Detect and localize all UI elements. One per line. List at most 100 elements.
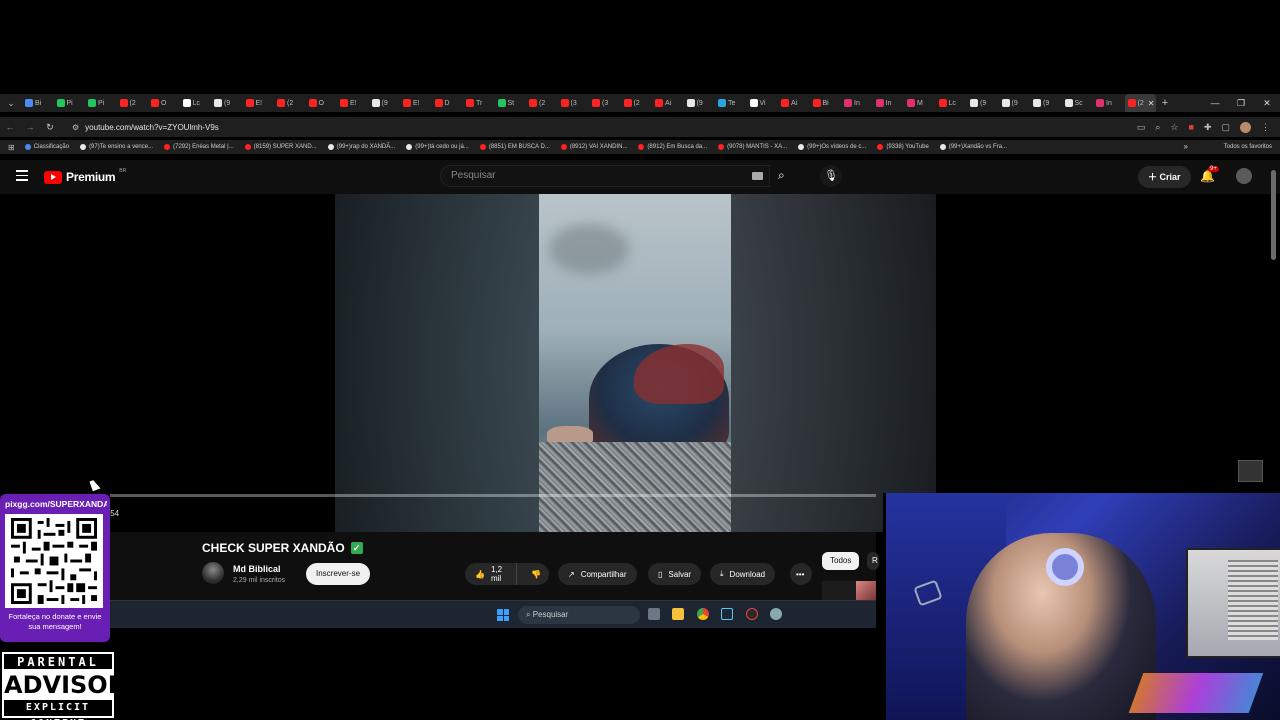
taskbar-search-input[interactable]: ⌕ Pesquisar — [518, 606, 640, 624]
apps-grid-icon[interactable]: ⊞ — [8, 143, 15, 152]
microphone-icon[interactable]: 🎙 — [820, 165, 842, 187]
notifications-bell-icon[interactable]: 🔔 9+ — [1200, 166, 1219, 183]
browser-tab[interactable]: (9 — [1030, 94, 1062, 112]
bookmark-item[interactable]: (7292) Enéas Metal |... — [164, 144, 234, 150]
save-button[interactable]: ▯ Salvar — [648, 563, 702, 585]
dislike-button[interactable]: 👎 — [523, 570, 549, 579]
browser-tab[interactable]: In — [873, 94, 905, 112]
zoom-icon[interactable]: ⌕ — [1155, 122, 1160, 133]
browser-tab[interactable]: (9 — [999, 94, 1031, 112]
new-tab-button[interactable]: + — [1156, 97, 1174, 109]
browser-tab[interactable]: D — [432, 94, 464, 112]
browser-tab[interactable]: St — [495, 94, 527, 112]
video-player[interactable] — [335, 194, 936, 532]
site-info-icon[interactable]: ⚙ — [72, 123, 79, 132]
browser-tab[interactable]: Te — [715, 94, 747, 112]
windows-start-icon[interactable] — [497, 609, 509, 621]
video-progress-bar[interactable] — [110, 494, 876, 497]
related-video-thumbnail[interactable] — [822, 581, 876, 600]
keyboard-icon[interactable] — [752, 172, 763, 180]
cast-icon[interactable]: ▭ — [1137, 122, 1146, 133]
browser-tab[interactable]: (2 — [274, 94, 306, 112]
bookmark-item[interactable]: (8851) EM BUSCA D... — [479, 144, 550, 150]
browser-tab[interactable]: In — [841, 94, 873, 112]
bookmark-item[interactable]: (8912) Em Busca da... — [638, 144, 707, 150]
tab-close-icon[interactable]: ✕ — [1148, 99, 1155, 108]
bookmark-item[interactable]: (9338) YouTube — [877, 144, 929, 150]
channel-avatar[interactable] — [202, 562, 224, 584]
page-scrollbar[interactable] — [1271, 170, 1276, 260]
search-icon[interactable]: ⌕ — [778, 168, 785, 183]
browser-tab[interactable]: (3 — [589, 94, 621, 112]
bookmarks-overflow-icon[interactable]: » — [1184, 140, 1188, 154]
browser-tab[interactable]: (2 — [526, 94, 558, 112]
channel-name[interactable]: Md Biblical — [233, 564, 281, 574]
browser-tab[interactable]: Bi — [810, 94, 842, 112]
bookmark-item[interactable]: (8159) SUPER XAND... — [244, 144, 317, 150]
chrome-icon[interactable] — [697, 608, 709, 620]
guide-menu-icon[interactable] — [16, 170, 28, 182]
file-explorer-icon[interactable] — [672, 608, 684, 620]
bookmark-item[interactable]: (9078) MANTIS - XA... — [718, 144, 787, 150]
browser-tab[interactable]: Bi — [22, 94, 54, 112]
forward-icon[interactable]: → — [20, 122, 40, 132]
browser-tab[interactable]: E! — [243, 94, 275, 112]
settings-icon[interactable] — [770, 608, 782, 620]
search-input[interactable]: Pesquisar — [440, 165, 770, 187]
subscribe-button[interactable]: Inscrever-se — [306, 563, 371, 585]
browser-tab[interactable]: O — [148, 94, 180, 112]
download-button[interactable]: ⤓ Download — [710, 563, 776, 585]
like-button[interactable]: 👍 1,2 mil — [465, 563, 518, 585]
browser-tab[interactable]: Ai — [778, 94, 810, 112]
browser-tab[interactable]: (2 — [117, 94, 149, 112]
bookmark-item[interactable]: (99+)tá cedo ou já... — [406, 144, 469, 150]
bookmark-star-icon[interactable]: ☆ — [1170, 122, 1178, 133]
browser-tab[interactable]: (9 — [967, 94, 999, 112]
create-button[interactable]: ＋ Criar — [1138, 166, 1191, 188]
steam-icon[interactable] — [721, 608, 733, 620]
browser-tab[interactable]: Sc — [1062, 94, 1094, 112]
more-actions-button[interactable]: ••• — [790, 563, 812, 585]
browser-tab[interactable]: E! — [400, 94, 432, 112]
extensions-icon[interactable]: ✚ — [1204, 122, 1212, 133]
browser-tab[interactable]: (2 — [621, 94, 653, 112]
browser-tab[interactable]: M — [904, 94, 936, 112]
browser-tab[interactable]: Lc — [936, 94, 968, 112]
bookmark-item[interactable]: Classificação — [24, 144, 69, 150]
account-avatar[interactable] — [1236, 168, 1252, 184]
browser-tab[interactable]: Tr — [463, 94, 495, 112]
browser-tab[interactable]: (9 — [369, 94, 401, 112]
bookmark-item[interactable]: (99+)Xandão vs Fra... — [939, 144, 1007, 150]
back-icon[interactable]: ← — [0, 122, 20, 132]
browser-tab[interactable]: (3 — [558, 94, 590, 112]
reload-icon[interactable]: ↻ — [40, 122, 60, 133]
maximize-icon[interactable]: ❐ — [1228, 94, 1254, 112]
browser-tab[interactable]: Pi — [54, 94, 86, 112]
task-view-icon[interactable] — [648, 608, 660, 620]
browser-tab[interactable]: E! — [337, 94, 369, 112]
url-field[interactable]: ⚙ youtube.com/watch?v=ZYOUlmh-V9s — [66, 119, 1086, 135]
youtube-logo[interactable]: Premium BR — [44, 168, 126, 184]
browser-tab[interactable]: Vi — [747, 94, 779, 112]
all-bookmarks-link[interactable]: Todos os favoritos — [1224, 140, 1272, 154]
obs-icon[interactable] — [746, 608, 758, 620]
bookmark-item[interactable]: (99+)Os vídeos de c... — [798, 144, 866, 150]
browser-tab[interactable]: (9 — [684, 94, 716, 112]
extension-red-icon[interactable]: ■ — [1189, 122, 1194, 132]
browser-tab[interactable]: In — [1093, 94, 1125, 112]
minimize-icon[interactable]: — — [1202, 94, 1228, 112]
browser-menu-icon[interactable]: ⋮ — [1261, 122, 1270, 133]
bookmark-item[interactable]: (99+)rap do XANDÃ... — [327, 144, 395, 150]
tab-active[interactable]: (2 ✕ — [1124, 94, 1156, 112]
browser-tab[interactable]: Lc — [180, 94, 212, 112]
close-window-icon[interactable]: ✕ — [1254, 94, 1280, 112]
browser-tab[interactable]: Ai — [652, 94, 684, 112]
bookmark-item[interactable]: (97)Te ensino a vence... — [80, 144, 153, 150]
browser-tab[interactable]: Pi — [85, 94, 117, 112]
filter-chip-all[interactable]: Todos — [822, 552, 860, 570]
browser-tab[interactable]: (9 — [211, 94, 243, 112]
filter-chip-next[interactable]: R — [867, 552, 879, 570]
profile-avatar[interactable] — [1240, 121, 1251, 133]
downloads-icon[interactable]: ▢ — [1221, 122, 1230, 133]
share-button[interactable]: ↗ Compartilhar — [558, 563, 637, 585]
